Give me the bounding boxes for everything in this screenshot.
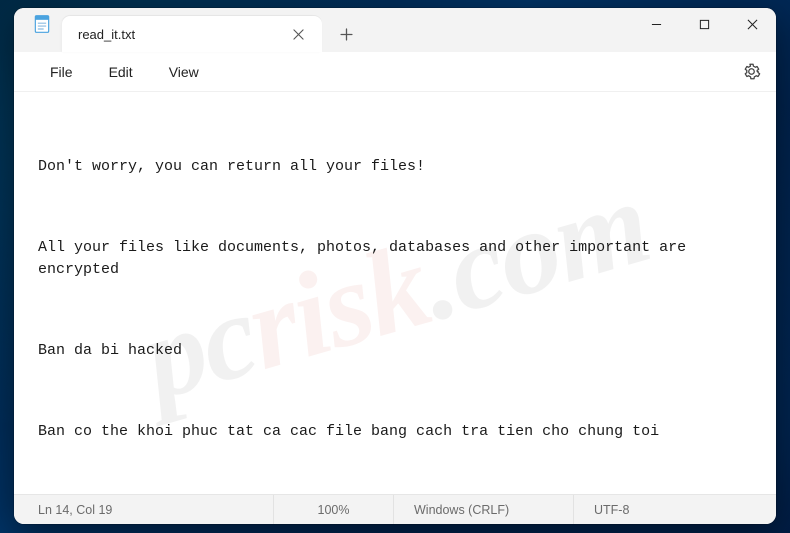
line: All your files like documents, photos, d… (38, 237, 760, 281)
settings-button[interactable] (734, 55, 768, 89)
status-zoom[interactable]: 100% (274, 495, 394, 524)
line: Ban co the khoi phuc tat ca cac file ban… (38, 421, 760, 443)
gear-icon (742, 62, 761, 81)
menu-file[interactable]: File (32, 58, 91, 86)
line: Ban da bi hacked (38, 340, 760, 362)
menubar: File Edit View (14, 52, 776, 92)
notepad-window: read_it.txt File Edit View (14, 8, 776, 524)
menu-edit[interactable]: Edit (91, 58, 151, 86)
tab-close-button[interactable] (284, 20, 312, 48)
new-tab-button[interactable] (328, 18, 364, 50)
status-eol[interactable]: Windows (CRLF) (394, 495, 574, 524)
window-close-button[interactable] (728, 8, 776, 40)
tab-active[interactable]: read_it.txt (62, 16, 322, 52)
statusbar: Ln 14, Col 19 100% Windows (CRLF) UTF-8 (14, 494, 776, 524)
maximize-button[interactable] (680, 8, 728, 40)
status-position[interactable]: Ln 14, Col 19 (18, 495, 274, 524)
menu-view[interactable]: View (151, 58, 217, 86)
minimize-button[interactable] (632, 8, 680, 40)
tab-strip: read_it.txt (14, 8, 632, 52)
text-editor[interactable]: Don't worry, you can return all your fil… (14, 92, 776, 494)
titlebar: read_it.txt (14, 8, 776, 52)
editor-area: pcrisk.com Don't worry, you can return a… (14, 92, 776, 494)
status-encoding[interactable]: UTF-8 (574, 495, 772, 524)
notepad-app-icon (32, 14, 52, 34)
window-controls (632, 8, 776, 52)
line: Don't worry, you can return all your fil… (38, 156, 760, 178)
tab-title: read_it.txt (78, 27, 284, 42)
